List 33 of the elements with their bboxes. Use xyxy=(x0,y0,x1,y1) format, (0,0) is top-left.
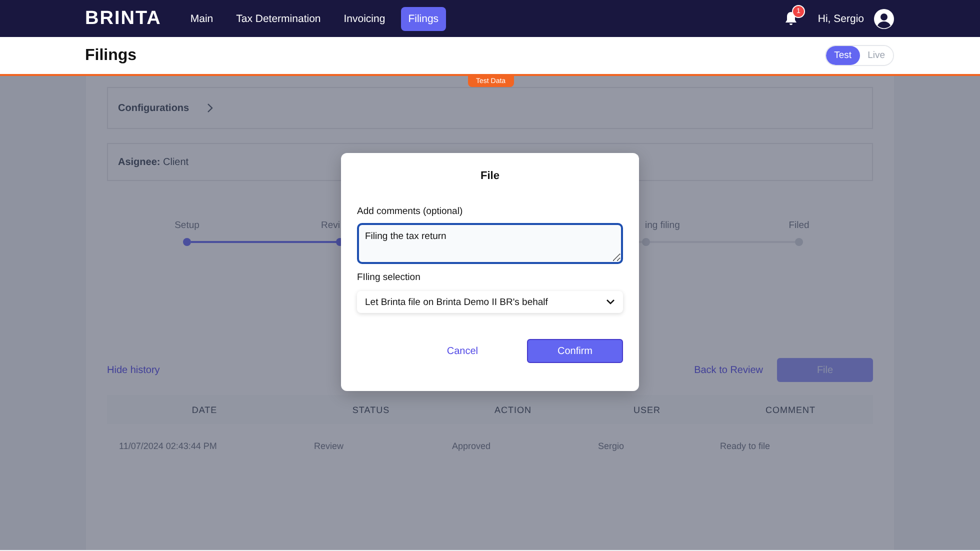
cancel-button[interactable]: Cancel xyxy=(440,344,484,358)
step-label: Revi xyxy=(320,220,340,231)
dialog-title: File xyxy=(480,170,500,182)
step-label: Filed xyxy=(788,220,810,231)
chevron-down-icon xyxy=(606,299,615,305)
table-cell-text: Approved xyxy=(451,440,492,453)
table-cell-text: Ready to file xyxy=(719,440,772,453)
nav-tab[interactable]: Tax Determination xyxy=(229,6,328,30)
assignee-text: Asignee: Client xyxy=(118,156,189,168)
configurations-section[interactable]: Configurations xyxy=(107,87,873,129)
back-to-review-link[interactable]: Back to Review xyxy=(694,364,763,376)
nav-tab[interactable]: Filings xyxy=(401,6,446,30)
section-title: Configurations xyxy=(118,102,190,114)
user-greeting: Hi, Sergio xyxy=(818,12,864,24)
page-title: Filings xyxy=(85,46,138,64)
table-cell-text: Review xyxy=(313,440,345,453)
hide-history-link[interactable]: Hide history xyxy=(107,364,160,376)
chevron-right-icon xyxy=(207,103,214,113)
nav-tab[interactable]: Main xyxy=(183,6,220,30)
step-label: Setup xyxy=(174,220,200,231)
table-cell-text: 11/07/2024 02:43:44 PM xyxy=(118,440,218,453)
nav-tab[interactable]: Invoicing xyxy=(336,6,392,30)
comment-field[interactable]: Filing the tax return xyxy=(357,223,623,264)
field-label: Add comments (optional) xyxy=(357,206,464,217)
step-label: ing filing xyxy=(645,220,680,231)
logo[interactable]: BRINTA xyxy=(85,8,162,30)
filing-select[interactable]: Let Brinta file on Brinta Demo II BR's behalf xyxy=(357,291,623,313)
avatar-icon[interactable] xyxy=(874,8,894,28)
confirm-button[interactable]: Confirm xyxy=(527,339,623,363)
mode-option[interactable]: Test xyxy=(826,46,860,65)
field-label: FIling selection xyxy=(357,272,422,283)
table-cell-text: Sergio xyxy=(597,440,626,453)
bell-icon[interactable] xyxy=(784,10,798,26)
